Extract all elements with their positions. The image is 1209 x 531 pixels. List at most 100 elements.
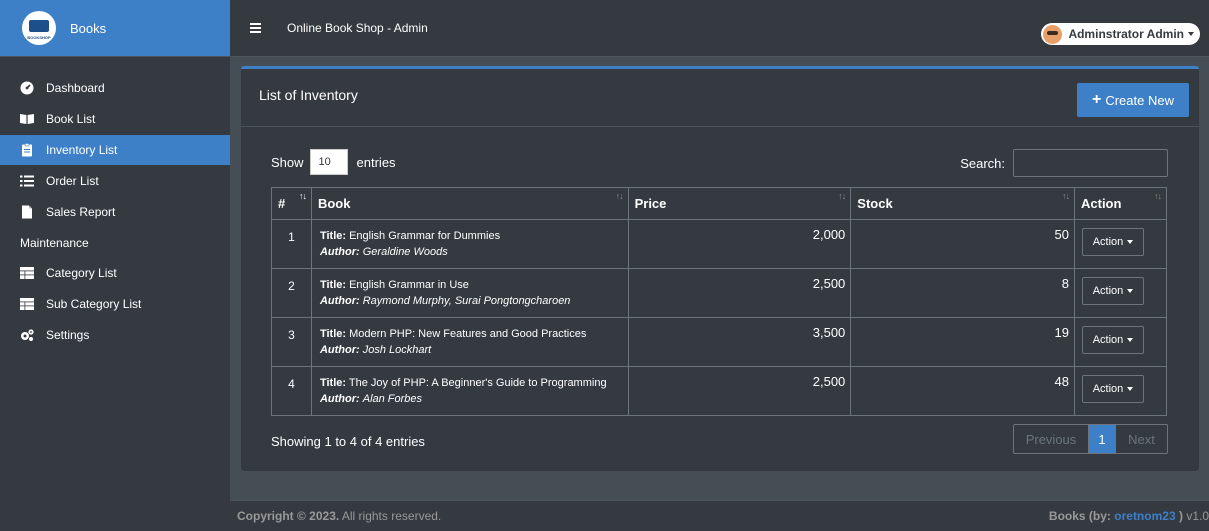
book-open-icon <box>20 114 34 124</box>
author-link[interactable]: oretnom23 <box>1114 509 1175 523</box>
book-cell: Title: English Grammar in Use Author: Ra… <box>310 268 629 318</box>
sort-icon: ↑↓ <box>298 191 307 201</box>
inventory-table: # ↑↓ Book ↑↓ Price ↑↓ Stock ↑↓ Action ↑↓ 1 Ti… <box>271 187 1167 416</box>
card-title: List of Inventory <box>259 87 358 103</box>
search-label: Search: <box>960 155 1005 171</box>
book-title: The Joy of PHP: A Beginner's Guide to Pr… <box>348 377 607 389</box>
sidebar-section-header: Maintenance <box>20 236 89 250</box>
user-name: Adminstrator Admin <box>1068 27 1184 41</box>
chevron-down-icon <box>1188 32 1194 36</box>
column-header-stock[interactable]: Stock ↑↓ <box>850 187 1075 220</box>
table-icon <box>20 267 34 280</box>
menu-icon[interactable] <box>250 23 262 33</box>
row-number: 3 <box>271 317 312 367</box>
previous-page-button[interactable]: Previous <box>1014 425 1089 453</box>
column-header-action[interactable]: Action ↑↓ <box>1074 187 1167 220</box>
search-input[interactable] <box>1013 149 1168 177</box>
sidebar-item-inventory-list[interactable]: Inventory List <box>0 135 230 165</box>
table-row: 1 Title: English Grammar for Dummies Aut… <box>271 219 1167 269</box>
credit-text: Books (by: oretnom23 ) v1.0 <box>1048 509 1209 523</box>
footer: Copyright © 2023. All rights reserved. B… <box>230 500 1209 531</box>
sidebar-nav: Dashboard Book List Inventory List Order… <box>0 57 230 350</box>
create-new-button[interactable]: + Create New <box>1077 83 1189 117</box>
sidebar-item-settings[interactable]: Settings <box>0 320 230 350</box>
sidebar-item-label: Sales Report <box>46 205 116 219</box>
top-navbar: Online Book Shop - Admin Adminstrator Ad… <box>230 0 1209 57</box>
column-header-price[interactable]: Price ↑↓ <box>627 187 852 220</box>
book-title: Modern PHP: New Features and Good Practi… <box>349 328 587 340</box>
page-1-button[interactable]: 1 <box>1089 425 1115 453</box>
row-number: 1 <box>271 219 312 269</box>
entries-length-control: Show 10 entries <box>271 149 396 175</box>
action-dropdown-button[interactable]: Action <box>1082 277 1144 305</box>
book-author: Alan Forbes <box>362 393 423 405</box>
entries-select[interactable]: 10 <box>309 149 348 175</box>
chevron-down-icon <box>1127 387 1134 391</box>
show-label: Show <box>271 154 304 170</box>
column-header-number[interactable]: # ↑↓ <box>271 187 312 220</box>
sort-icon: ↑↓ <box>838 191 846 201</box>
action-dropdown-button[interactable]: Action <box>1082 375 1144 403</box>
sidebar-item-label: Dashboard <box>46 81 105 95</box>
sidebar-item-dashboard[interactable]: Dashboard <box>0 73 230 103</box>
stock-cell: 19 <box>850 317 1075 367</box>
app-title: Online Book Shop - Admin <box>287 21 428 35</box>
book-cell: Title: Modern PHP: New Features and Good… <box>310 317 629 367</box>
avatar <box>1043 24 1063 44</box>
cogs-icon <box>21 329 34 341</box>
sort-icon: ↑↓ <box>615 191 624 201</box>
table-row: 4 Title: The Joy of PHP: A Beginner's Gu… <box>271 366 1167 416</box>
book-title: English Grammar for Dummies <box>349 230 501 242</box>
action-dropdown-button[interactable]: Action <box>1082 326 1144 354</box>
sidebar-item-label: Inventory List <box>46 143 118 157</box>
chevron-down-icon <box>1127 240 1134 244</box>
book-author: Josh Lockhart <box>362 344 432 356</box>
sidebar-item-label: Order List <box>46 174 99 188</box>
book-author: Geraldine Woods <box>362 246 448 258</box>
book-cell: Title: English Grammar for Dummies Autho… <box>310 219 629 269</box>
stock-cell: 8 <box>850 268 1075 318</box>
sidebar-item-label: Book List <box>46 112 96 126</box>
tachometer-icon <box>20 81 34 95</box>
price-cell: 3,500 <box>627 317 852 367</box>
action-cell: Action <box>1074 268 1167 318</box>
book-title: English Grammar in Use <box>349 279 469 291</box>
user-menu-button[interactable]: Adminstrator Admin <box>1041 23 1200 45</box>
chevron-down-icon <box>1127 338 1134 342</box>
sort-icon: ↑↓ <box>1154 191 1162 201</box>
table-info: Showing 1 to 4 of 4 entries <box>271 434 425 449</box>
file-icon <box>22 205 32 219</box>
clipboard-icon <box>22 143 32 157</box>
row-number: 4 <box>271 366 312 416</box>
table-icon <box>20 298 34 311</box>
book-author: Raymond Murphy, Surai Pongtongcharoen <box>362 295 571 307</box>
table-row: 3 Title: Modern PHP: New Features and Go… <box>271 317 1167 367</box>
sidebar-item-order-list[interactable]: Order List <box>0 166 230 196</box>
brand-logo: BOOKSHOP <box>22 11 56 45</box>
action-dropdown-button[interactable]: Action <box>1082 228 1144 256</box>
sidebar-item-category-list[interactable]: Category List <box>0 258 230 288</box>
sidebar-item-book-list[interactable]: Book List <box>0 104 230 134</box>
next-page-button[interactable]: Next <box>1115 425 1167 453</box>
sidebar-item-sub-category-list[interactable]: Sub Category List <box>0 289 230 319</box>
book-cell: Title: The Joy of PHP: A Beginner's Guid… <box>310 366 629 416</box>
column-header-book[interactable]: Book ↑↓ <box>310 187 629 220</box>
stock-cell: 50 <box>850 219 1075 269</box>
brand-link[interactable]: BOOKSHOP Books <box>0 0 230 57</box>
card-header: List of Inventory + Create New <box>241 69 1199 127</box>
plus-icon: + <box>1092 91 1102 108</box>
table-header-row: # ↑↓ Book ↑↓ Price ↑↓ Stock ↑↓ Action ↑↓ <box>271 187 1167 220</box>
action-cell: Action <box>1074 366 1167 416</box>
search-control: Search: <box>960 149 1168 177</box>
version-text: v1.0 <box>1186 509 1209 523</box>
copyright-text: Copyright © 2023. All rights reserved. <box>237 509 442 523</box>
sidebar: BOOKSHOP Books Dashboard Book List Inven… <box>0 0 230 531</box>
sidebar-item-label: Sub Category List <box>46 297 142 311</box>
entries-label: entries <box>356 154 396 170</box>
sidebar-item-sales-report[interactable]: Sales Report <box>0 197 230 227</box>
price-cell: 2,000 <box>627 219 852 269</box>
price-cell: 2,500 <box>627 366 852 416</box>
chevron-down-icon <box>1127 289 1134 293</box>
pagination: Previous 1 Next <box>1013 424 1168 454</box>
brand-name: Books <box>70 20 107 36</box>
